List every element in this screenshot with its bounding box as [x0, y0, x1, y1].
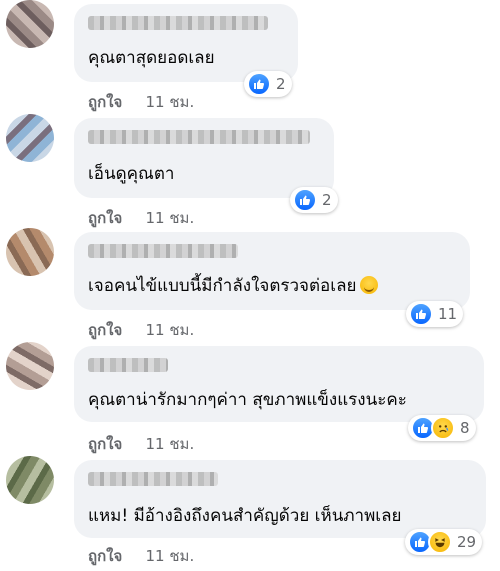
haha-reaction-icon [428, 530, 452, 554]
timestamp[interactable]: 11 ชม. [146, 321, 195, 339]
reaction-summary[interactable]: 29 [405, 529, 483, 555]
like-reaction-icon [409, 302, 433, 326]
comment-bubble: คุณตาน่ารักมากๆค่าา สุขภาพแข็งแรงนะคะ [74, 346, 484, 422]
reaction-summary[interactable]: 8 [408, 415, 476, 441]
smile-emoji-icon [360, 276, 379, 294]
avatar[interactable] [6, 0, 54, 48]
comment-1: คุณตาสุดยอดเลย 2 ถูกใจ 11 ชม. [0, 0, 500, 114]
reaction-count: 8 [460, 419, 470, 437]
commenter-name[interactable] [88, 472, 218, 486]
reaction-summary[interactable]: 2 [244, 71, 292, 97]
sad-reaction-icon [431, 416, 455, 440]
avatar[interactable] [6, 342, 54, 390]
like-button[interactable]: ถูกใจ [88, 435, 122, 453]
comment-4: คุณตาน่ารักมากๆค่าา สุขภาพแข็งแรงนะคะ 8 … [0, 342, 500, 456]
like-button[interactable]: ถูกใจ [88, 93, 122, 111]
avatar[interactable] [6, 456, 54, 504]
comment-text: คุณตาสุดยอดเลย [88, 48, 215, 68]
commenter-name[interactable] [88, 358, 168, 372]
reaction-count: 2 [276, 75, 286, 93]
reaction-summary[interactable]: 11 [406, 301, 464, 327]
comment-actions: ถูกใจ 11 ชม. [88, 90, 194, 114]
comment-actions: ถูกใจ 11 ชม. [88, 544, 194, 568]
like-button[interactable]: ถูกใจ [88, 321, 122, 339]
like-button[interactable]: ถูกใจ [88, 209, 122, 227]
comment-text: เจอคนไข้แบบนี้มีกำลังใจตรวจต่อเลย [88, 272, 379, 299]
commenter-name[interactable] [88, 16, 268, 30]
commenter-name[interactable] [88, 130, 310, 144]
avatar[interactable] [6, 114, 54, 162]
comment-actions: ถูกใจ 11 ชม. [88, 432, 194, 456]
timestamp[interactable]: 11 ชม. [146, 435, 195, 453]
comment-text: แหม! มีอ้างอิงถึงคนสำคัญด้วย เห็นภาพเลย [88, 506, 402, 526]
commenter-name[interactable] [88, 244, 238, 258]
like-reaction-icon [293, 188, 317, 212]
comment-bubble: เอ็นดูคุณตา [74, 118, 334, 198]
comment-3: เจอคนไข้แบบนี้มีกำลังใจตรวจต่อเลย 11 ถูก… [0, 228, 500, 342]
like-reaction-icon [247, 72, 271, 96]
reaction-count: 29 [457, 533, 477, 551]
comment-actions: ถูกใจ 11 ชม. [88, 206, 194, 230]
comment-2: เอ็นดูคุณตา 2 ถูกใจ 11 ชม. [0, 114, 500, 228]
timestamp[interactable]: 11 ชม. [146, 209, 195, 227]
comment-actions: ถูกใจ 11 ชม. [88, 318, 194, 342]
comment-bubble: แหม! มีอ้างอิงถึงคนสำคัญด้วย เห็นภาพเลย [74, 460, 486, 538]
reaction-count: 11 [438, 305, 458, 323]
timestamp[interactable]: 11 ชม. [146, 93, 195, 111]
like-button[interactable]: ถูกใจ [88, 547, 122, 565]
reaction-summary[interactable]: 2 [290, 187, 338, 213]
comment-bubble: เจอคนไข้แบบนี้มีกำลังใจตรวจต่อเลย [74, 232, 470, 310]
avatar[interactable] [6, 228, 54, 276]
reaction-count: 2 [322, 191, 332, 209]
timestamp[interactable]: 11 ชม. [146, 547, 195, 565]
comment-5: แหม! มีอ้างอิงถึงคนสำคัญด้วย เห็นภาพเลย … [0, 456, 500, 570]
comment-text-body: เจอคนไข้แบบนี้มีกำลังใจตรวจต่อเลย [88, 276, 357, 296]
comment-text: เอ็นดูคุณตา [88, 164, 175, 184]
comment-text: คุณตาน่ารักมากๆค่าา สุขภาพแข็งแรงนะคะ [88, 390, 407, 410]
